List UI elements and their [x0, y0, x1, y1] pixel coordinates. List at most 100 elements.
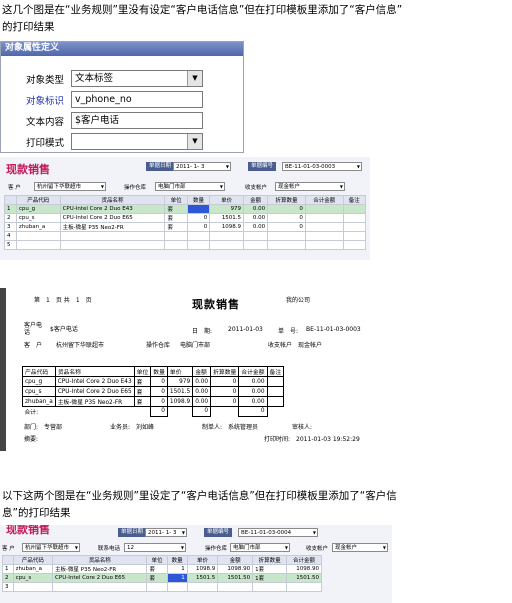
date-label: 日 期: [192, 328, 213, 335]
cell: 3 [4, 222, 17, 232]
table-row: zhuban_a 主板-微星 P35 Neo2-FR 套 0 1098.9 0.… [22, 396, 285, 407]
col-conv-qty: 折算数量 [267, 195, 306, 205]
qty-cell-active[interactable] [186, 204, 211, 214]
table-row[interactable]: 1 zhuban_a 主板-微星 P35 Neo2-FR 套 1 1098.9 … [2, 564, 322, 574]
col-name: 货品名称 [59, 195, 166, 205]
account-value: 现金帐户 [298, 342, 323, 349]
cell[interactable]: 主板-微星 P35 Neo2-FR [59, 222, 166, 232]
print-title: 现款销售 [192, 298, 240, 311]
phone-select[interactable]: 12 [124, 543, 186, 552]
cell[interactable]: 套 [164, 222, 188, 232]
table-row[interactable]: 2 cpu_s CPU-Intel Core 2 Duo E65 套 0 150… [4, 213, 367, 223]
table-row[interactable]: 1 cpu_g CPU-Intel Core 2 Duo E43 套 979 0… [4, 204, 367, 214]
cell[interactable] [342, 222, 367, 232]
table-row[interactable]: 5 [4, 240, 367, 250]
print-preview-panel: 第 1 页 共 1 页 我的公司 现款销售 客户电话 $客户电话 日 期: 20… [6, 288, 372, 451]
doc-no-input[interactable]: BE-11-01-03-0003 [282, 162, 362, 171]
second-paragraph: 以下这两个图是在“业务规则”里设定了“客户电话信息”但在打印模板里添加了“客户信… [2, 488, 507, 522]
company-name: 我的公司 [286, 297, 311, 304]
object-id-value: v_phone_no [75, 94, 132, 105]
warehouse-value: 电脑门市部 [180, 342, 211, 349]
col-index [4, 195, 17, 205]
object-id-input[interactable]: v_phone_no [71, 91, 203, 108]
col-code: 产品代码 [15, 195, 61, 205]
warehouse-label: 操作仓库 [124, 185, 147, 191]
grid-header: 产品代码 货品名称 单位 数量 单价 金额 折算数量 合计金额 备注 [4, 195, 367, 205]
cell[interactable]: 979 [209, 204, 245, 214]
cell[interactable]: 套 [164, 204, 188, 214]
chevron-down-icon[interactable]: ▼ [187, 134, 202, 149]
cell[interactable]: 0 [267, 213, 306, 223]
date-picker[interactable]: 2011- 1- 3 [173, 162, 231, 171]
cell[interactable]: 0 [186, 213, 211, 223]
customer-select[interactable]: 杭州留下华联超市 [34, 182, 106, 191]
account-select[interactable]: 现金帐户 [332, 543, 388, 552]
field-label-id: 对象标识 [26, 96, 65, 107]
account-select[interactable]: 现金帐户 [275, 182, 345, 191]
sales-form-panel-2: 现款销售 单据日期 2011- 1- 3 单据编号 BE-11-01-03-00… [0, 525, 392, 603]
cell[interactable]: 0 [267, 204, 306, 214]
cell[interactable]: 0 [186, 222, 211, 232]
cell[interactable]: 1098.9 [209, 222, 245, 232]
cell[interactable] [304, 222, 344, 232]
customer-label: 客 户 [24, 342, 43, 349]
cell[interactable]: 0.00 [243, 222, 269, 232]
account-label: 收支帐户 [268, 342, 293, 349]
panel-title: 对象属性定义 [1, 42, 243, 56]
cell[interactable]: zhuban_a [15, 222, 61, 232]
warehouse-select[interactable]: 电脑门市部 [230, 543, 290, 552]
second-line-2: 息”的打印结果 [2, 507, 71, 519]
phone-value: $客户电话 [50, 326, 78, 333]
total-row: 合计: 0 0 0 [23, 406, 284, 417]
object-type-value: 文本标签 [75, 73, 114, 84]
text-content-input[interactable]: $客户电话 [71, 112, 203, 129]
cell[interactable] [304, 213, 344, 223]
items-grid: 产品代码 货品名称 单位 数量 单价 金额 折算数量 合计金额 1 zhuban… [2, 555, 322, 592]
warehouse-select[interactable]: 电脑门市部 [155, 182, 225, 191]
qty-cell-active[interactable]: 1 [166, 573, 188, 583]
date-label: 单据日期 [118, 528, 147, 537]
cell: 4 [4, 231, 17, 241]
print-items-table: 产品代码 货品名称 单位 数量 单价 金额 折算数量 合计金额 备注 cpu_g… [22, 366, 285, 417]
cell[interactable]: CPU-Intel Core 2 Duo E65 [59, 213, 166, 223]
object-type-select[interactable]: 文本标签 ▼ [71, 70, 203, 87]
warehouse-label: 操作仓库 [205, 546, 228, 552]
col-amount: 金额 [243, 195, 269, 205]
cell[interactable] [342, 213, 367, 223]
print-time: 打印时间: 2011-01-03 19:52:29 [264, 436, 360, 443]
cell[interactable] [304, 204, 344, 214]
col-remark: 备注 [342, 195, 367, 205]
cell[interactable]: cpu_g [15, 204, 61, 214]
print-mode-select[interactable]: ▼ [71, 133, 203, 150]
intro-line-1: 这几个图是在“业务规则”里没有设定“客户电话信息”但在打印模板里添加了“客户信息… [2, 4, 403, 16]
field-label-type: 对象类型 [26, 75, 65, 86]
col-total: 合计金额 [304, 195, 344, 205]
text-content-value: $客户电话 [75, 115, 120, 126]
cell[interactable]: 0.00 [243, 213, 269, 223]
doc-no-label: 单据编号 [204, 528, 233, 537]
table-row[interactable]: 4 [4, 231, 367, 241]
maker: 制单人: 系统管理员 [202, 424, 259, 431]
cell[interactable] [342, 204, 367, 214]
form-title: 现款销售 [6, 163, 50, 176]
doc-no-label: 单据编号 [248, 162, 277, 171]
col-unit: 单位 [164, 195, 188, 205]
cell[interactable]: CPU-Intel Core 2 Duo E43 [59, 204, 166, 214]
table-row[interactable]: 3 zhuban_a 主板-微星 P35 Neo2-FR 套 0 1098.9 … [4, 222, 367, 232]
customer-value: 杭州留下华联超市 [56, 342, 105, 349]
intro-paragraph: 这几个图是在“业务规则”里没有设定“客户电话信息”但在打印模板里添加了“客户信息… [2, 2, 507, 36]
cell[interactable]: 套 [164, 213, 188, 223]
cell[interactable]: cpu_s [15, 213, 61, 223]
date-picker[interactable]: 2011- 1- 3 [145, 528, 187, 537]
cell[interactable]: 0.00 [243, 204, 269, 214]
phone-label: 客户电话 [24, 322, 43, 336]
table-row[interactable]: 3 [2, 582, 322, 592]
cell[interactable]: 1501.5 [209, 213, 245, 223]
doc-no-input[interactable]: BE-11-01-03-0004 [238, 528, 318, 537]
col-price: 单价 [209, 195, 245, 205]
object-properties-panel: 对象属性定义 对象类型 文本标签 ▼ 对象标识 v_phone_no 文本内容 … [0, 41, 244, 153]
customer-select[interactable]: 杭州留下华联超市 [22, 543, 80, 552]
cell[interactable]: 0 [267, 222, 306, 232]
table-row[interactable]: 2 cpu_s CPU-Intel Core 2 Duo E65 套 1 150… [2, 573, 322, 583]
chevron-down-icon[interactable]: ▼ [187, 71, 202, 86]
